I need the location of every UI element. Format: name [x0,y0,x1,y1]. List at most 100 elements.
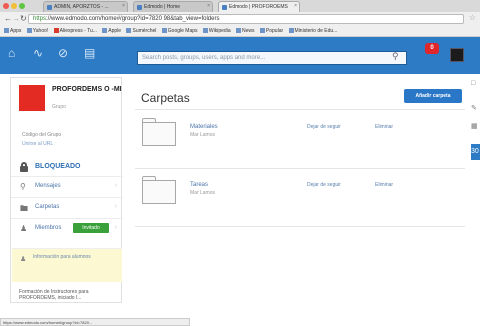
divider [135,168,465,169]
url-field[interactable]: https://www.edmodo.com/home#/group?id=78… [28,14,464,24]
join-url-link[interactable]: Unirse al URL [22,141,53,147]
browser-status-bar: https://www.edmodo.com/home#/group?id=78… [0,318,190,326]
pencil-icon[interactable]: ✎ [471,104,477,112]
bookmark-item[interactable]: Aliexpress - Tu... [53,26,97,36]
sidebar-item-label: Miembros [35,225,62,231]
group-code-label: Código del Grupo [22,132,62,138]
browser-tab-active[interactable]: Edmodo | PROFOROEMS × [218,1,300,12]
tab-label: Edmodo | PROFOROEMS [229,4,288,10]
bookmark-label: Sumérchel [132,28,157,34]
tab-close-icon[interactable]: × [294,3,297,9]
tab-favicon-icon [137,5,142,10]
delete-link[interactable]: Eliminar [375,182,393,188]
back-arrow-icon[interactable]: ← [4,14,12,24]
group-description: Formación de Instructores para PROFORDEM… [19,289,89,301]
lock-icon [20,162,28,172]
divider [135,109,465,110]
home-icon[interactable]: ⌂ [8,46,15,60]
locked-status[interactable]: BLOQUEADO [11,161,123,174]
search-input[interactable]: Search posts, groups, users, apps and mo… [137,51,407,65]
locked-label: BLOQUEADO [35,163,81,170]
sidebar-item-messages[interactable]: ⚲ Mensajes › [11,176,123,196]
chevron-right-icon: › [114,182,117,189]
bookmark-icon [236,28,241,33]
group-name[interactable]: PROFORDEMS O -MI [52,86,122,94]
add-folder-button[interactable]: Añadir carpeta [404,89,462,103]
url-scheme: https [33,16,47,22]
sidebar-item-folders[interactable]: 🖿 Carpetas › [11,197,123,217]
folder-icon [142,122,176,146]
bookmark-item[interactable]: Wikipedia [202,26,231,36]
bookmark-item[interactable]: Sumérchel [126,26,156,36]
top-navigation-bar: ⌂ ∿ ⊘ ▤ Search posts, groups, users, app… [0,37,480,74]
folder-row[interactable]: Tareas Mar Lamos Dejar de seguir Elimina… [135,170,465,216]
search-icon[interactable]: ⚲ [392,51,399,62]
bookmark-icon [53,28,59,33]
url-path: ://www.edmodo.com/home#/group?id=7820 98… [46,16,220,22]
bookmarks-bar: Apps Yahoo! Aliexpress - Tu... Apple Sum… [0,26,480,37]
unfollow-link[interactable]: Dejar de seguir [307,124,341,130]
folder-name[interactable]: Tareas [190,182,208,188]
sidebar-item-label: Carpetas [35,204,60,210]
tab-favicon-icon [47,5,52,10]
bookmark-icon [202,28,208,33]
grid-icon[interactable]: ▦ [471,122,478,130]
browser-tab-strip: ADMIN, APORZTOS - ... × Edmodo | Home × … [0,0,480,12]
tab-favicon-icon [222,5,227,10]
star-icon[interactable]: ☆ [469,13,476,22]
unfollow-link[interactable]: Dejar de seguir [307,182,341,188]
forward-arrow-icon[interactable]: → [12,14,20,24]
browser-tab[interactable]: Edmodo | Home × [133,1,213,12]
bookmark-icon [4,28,9,33]
bookmark-icon [26,28,32,33]
bookmark-item[interactable]: Ministerio de Edu... [288,26,337,36]
reload-icon[interactable]: ↻ [20,14,27,24]
close-window-button[interactable] [3,3,9,9]
group-subtitle: Grupo [52,104,66,110]
page-title: Carpetas [141,91,190,105]
folder-row[interactable]: Materiales Mar Lamos Dejar de seguir Eli… [135,112,465,158]
invite-button[interactable]: Invitado [73,223,109,233]
address-bar-row: ← → ↻ https://www.edmodo.com/home#/group… [0,12,480,26]
bookmark-item[interactable]: Apple [102,26,121,36]
bookmark-item[interactable]: Yahoo! [26,26,49,36]
bookmark-item[interactable]: Apps [4,26,21,36]
bookmark-item[interactable]: Popular [259,26,283,36]
bookmark-label: News [242,28,255,34]
right-badge[interactable]: 30 [471,144,480,160]
zoom-window-button[interactable] [19,3,25,9]
folder-name[interactable]: Materiales [190,124,218,130]
folder-owner: Mar Lamos [190,132,216,138]
minimize-window-button[interactable] [11,3,17,9]
tab-close-icon[interactable]: × [122,3,125,9]
tab-label: Edmodo | Home [144,4,181,10]
folder-icon [142,180,176,204]
library-icon[interactable]: ▤ [84,46,95,60]
chevron-right-icon: › [114,224,117,231]
bookmark-label: Apple [108,28,122,34]
search-mag-icon: ⚲ [20,182,26,191]
members-icon: ♟ [20,256,27,263]
bookmark-icon [288,28,294,33]
bookmark-label: Yahoo! [32,28,49,34]
bookmark-icon [259,28,265,33]
student-info-notice[interactable]: ♟ Información para alumnos [12,248,122,282]
folder-icon: 🖿 [20,204,28,213]
sidebar-item-label: Mensajes [35,183,61,189]
tab-label: ADMIN, APORZTOS - ... [54,4,109,10]
bookmark-label: Apps [10,28,22,34]
bookmark-item[interactable]: News [236,26,255,36]
members-icon: ♟ [20,224,28,233]
activity-icon[interactable]: ∿ [33,46,43,60]
tab-close-icon[interactable]: × [207,3,210,9]
delete-link[interactable]: Eliminar [375,124,393,130]
browser-tab[interactable]: ADMIN, APORZTOS - ... × [43,1,128,12]
group-avatar [19,85,45,111]
sidebar-item-members[interactable]: ♟ Miembros Invitado › [11,218,123,238]
bookmark-item[interactable]: Google Maps [161,26,198,36]
panel-icon[interactable]: □ [471,80,475,87]
user-avatar-button[interactable] [450,48,464,62]
discover-icon[interactable]: ⊘ [58,46,68,60]
bookmark-label: Aliexpress - Tu... [59,28,97,34]
notification-badge[interactable]: 0 [425,43,439,54]
